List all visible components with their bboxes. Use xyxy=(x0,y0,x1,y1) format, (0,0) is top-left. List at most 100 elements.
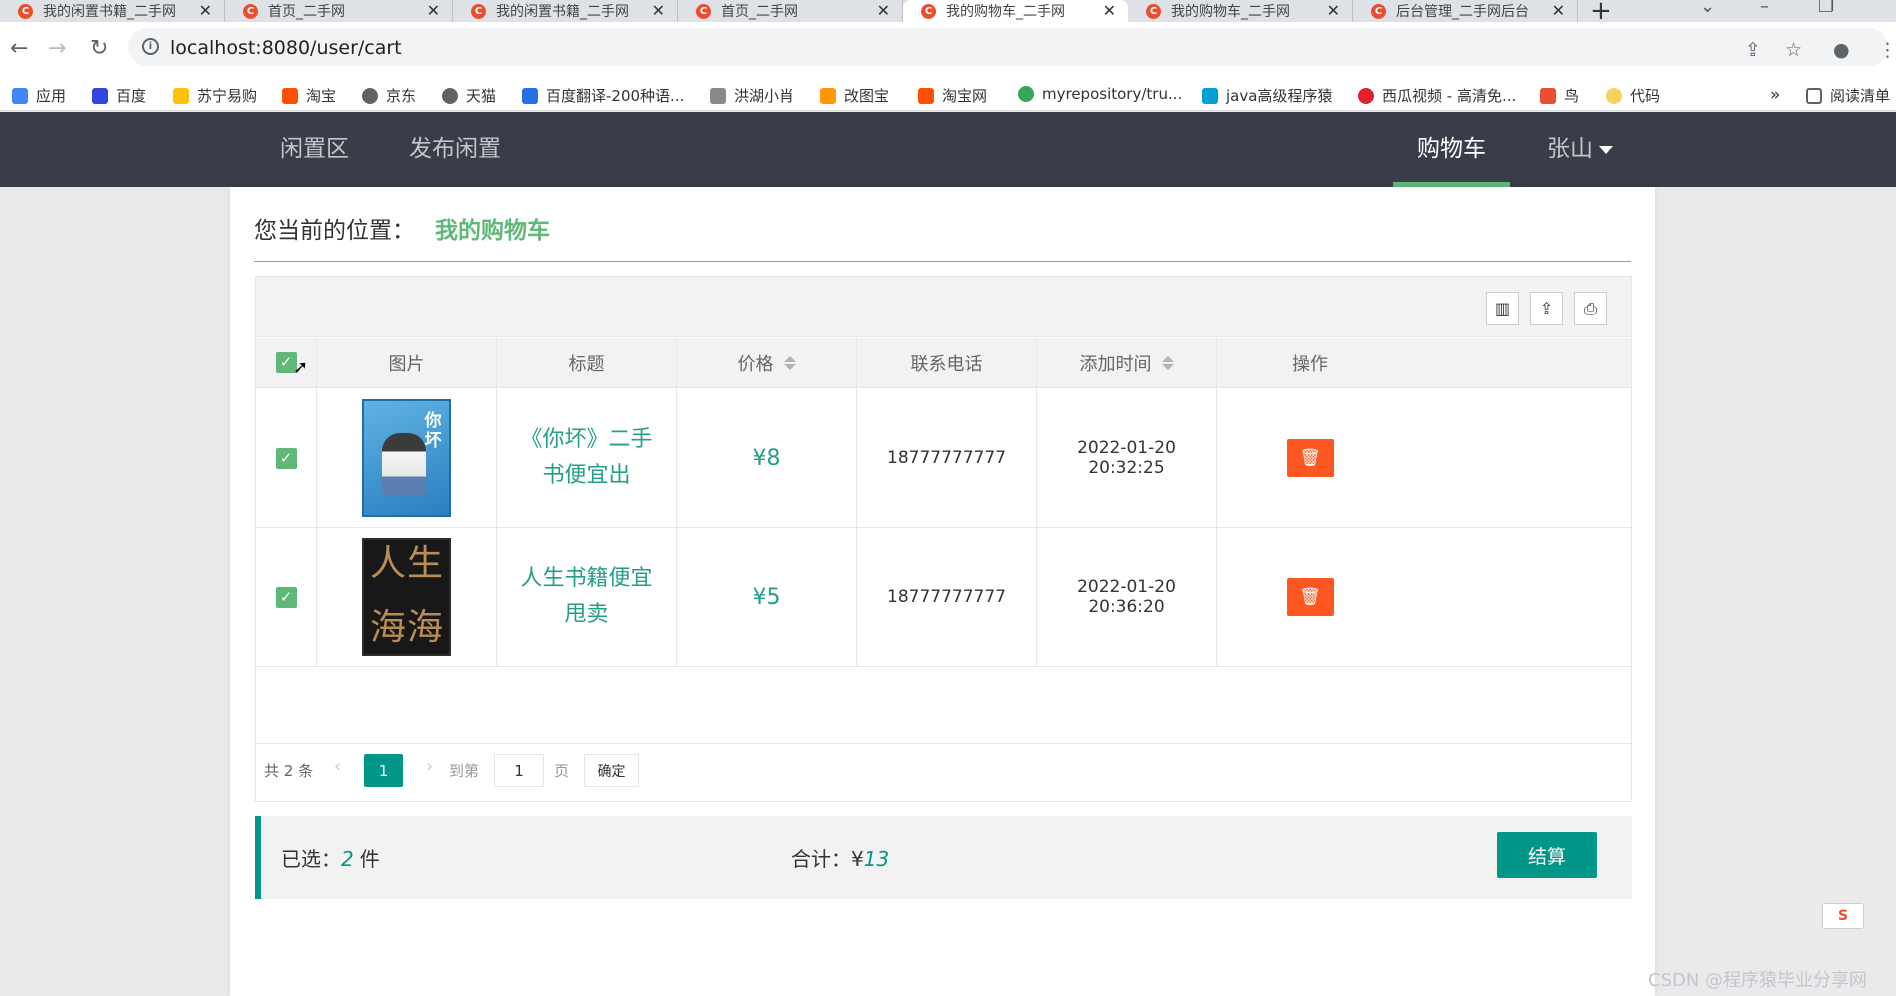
bookmark-item[interactable]: 淘宝 xyxy=(282,85,336,106)
next-page-icon[interactable]: › xyxy=(426,756,433,777)
breadcrumb-current[interactable]: 我的购物车 xyxy=(435,218,550,244)
bookmark-apps[interactable]: 应用 xyxy=(12,85,66,106)
bookmark-item[interactable]: 天猫 xyxy=(442,85,496,106)
address-bar-row: ← → ↻ i localhost:8080/user/cart ⇪ ☆ ● ⋮ xyxy=(0,22,1896,76)
delete-button[interactable]: 🗑 xyxy=(1286,578,1334,616)
close-icon[interactable]: ✕ xyxy=(877,1,890,20)
row-checkbox[interactable]: ✓ xyxy=(275,447,297,469)
cart-panel: 您当前的位置： 我的购物车 ▥ ⇪ ⎙ ✓ 图片 标题 价格 联系电话 添加时间 … xyxy=(230,187,1655,996)
code-icon xyxy=(1606,87,1622,104)
bookmark-label: 京东 xyxy=(386,87,417,105)
breadcrumb-label: 您当前的位置： xyxy=(254,218,415,244)
browser-tab[interactable]: C 我的闲置书籍_二手网 ✕ xyxy=(0,0,225,22)
bookmark-item[interactable]: 代码 xyxy=(1606,85,1660,106)
globe-icon xyxy=(442,87,458,104)
bookmark-item[interactable]: 洪湖小肖 xyxy=(710,85,794,106)
sort-icon[interactable] xyxy=(1161,355,1174,370)
bookmark-item[interactable]: 百度 xyxy=(92,85,146,106)
print-icon[interactable]: ⎙ xyxy=(1574,292,1607,325)
delete-button[interactable]: 🗑 xyxy=(1286,439,1334,477)
forward-arrow-icon[interactable]: → xyxy=(48,36,66,61)
profile-avatar-icon[interactable]: ● xyxy=(1833,39,1850,61)
selected-label: 已选： xyxy=(281,847,341,871)
bookmark-item[interactable]: 改图宝 xyxy=(820,85,889,106)
close-icon[interactable]: ✕ xyxy=(1327,1,1340,20)
share-icon[interactable]: ⇪ xyxy=(1745,39,1761,61)
bookmark-label: 改图宝 xyxy=(844,87,890,105)
bookmark-star-icon[interactable]: ☆ xyxy=(1785,39,1802,61)
browser-tab[interactable]: C 后台管理_二手网后台 ✕ xyxy=(1353,0,1578,22)
bookmark-item[interactable]: 西瓜视频 - 高清免... xyxy=(1358,85,1516,106)
browser-tab[interactable]: C 首页_二手网 ✕ xyxy=(225,0,453,22)
restore-icon[interactable]: ❐ xyxy=(1818,0,1834,17)
back-arrow-icon[interactable]: ← xyxy=(10,36,28,61)
nav-publish-idle[interactable]: 发布闲置 xyxy=(409,112,501,187)
globe-icon xyxy=(362,87,378,104)
row-title[interactable]: 人生书籍便宜甩卖 xyxy=(497,528,677,666)
bookmark-item[interactable]: 苏宁易购 xyxy=(173,85,257,106)
header-time[interactable]: 添加时间 xyxy=(1037,338,1217,387)
close-icon[interactable]: ✕ xyxy=(1552,1,1565,20)
nav-user-menu[interactable]: 张山 xyxy=(1547,112,1613,187)
trash-icon: 🗑 xyxy=(1299,448,1321,468)
row-checkbox[interactable]: ✓ xyxy=(275,586,297,608)
new-tab-button[interactable]: + xyxy=(1590,0,1612,22)
header-price[interactable]: 价格 xyxy=(677,338,857,387)
pager-confirm-button[interactable]: 确定 xyxy=(584,754,639,787)
close-icon[interactable]: ✕ xyxy=(199,1,212,20)
header-time-label: 添加时间 xyxy=(1079,353,1152,375)
bookmark-item[interactable]: java高级程序猿 xyxy=(1202,85,1332,106)
bookmark-item[interactable]: 淘宝网 xyxy=(918,85,987,106)
breadcrumb: 您当前的位置： 我的购物车 xyxy=(254,211,550,245)
table-row: ✓ 人 生 海 海 人生书籍便宜甩卖 ¥5 18777777777 2022-0… xyxy=(256,528,1631,667)
caret-down-icon xyxy=(1599,145,1613,154)
url-field[interactable]: i localhost:8080/user/cart xyxy=(128,28,1888,66)
book-cover-image[interactable]: 你坏 xyxy=(362,399,451,517)
url-text[interactable]: localhost:8080/user/cart xyxy=(170,37,402,59)
table-toolbar: ▥ ⇪ ⎙ xyxy=(256,277,1631,337)
tab-favicon-icon: C xyxy=(471,3,486,19)
table-header: ✓ 图片 标题 价格 联系电话 添加时间 操作 xyxy=(256,338,1631,388)
row-phone: 18777777777 xyxy=(857,528,1037,666)
tab-search-chevron-icon[interactable]: ⌄ xyxy=(1700,0,1715,17)
cover-figure xyxy=(382,433,426,495)
close-icon[interactable]: ✕ xyxy=(1103,1,1116,20)
browser-tab[interactable]: C 我的购物车_二手网 ✕ xyxy=(1128,0,1353,22)
browser-tab[interactable]: C 首页_二手网 ✕ xyxy=(678,0,903,22)
row-checkbox-cell: ✓ xyxy=(256,389,317,527)
pager-jump-input[interactable]: 1 xyxy=(494,754,544,787)
reading-list-button[interactable]: 阅读清单 xyxy=(1806,85,1890,106)
cart-table: ▥ ⇪ ⎙ ✓ 图片 标题 价格 联系电话 添加时间 操作 ✓ 你坏 《你坏》二… xyxy=(255,276,1632,802)
columns-filter-icon[interactable]: ▥ xyxy=(1486,292,1519,325)
bookmark-item[interactable]: 百度翻译-200种语... xyxy=(522,85,684,106)
bookmark-item[interactable]: 鸟 xyxy=(1540,85,1579,106)
tab-title: 我的闲置书籍_二手网 xyxy=(496,4,629,20)
nav-idle-zone[interactable]: 闲置区 xyxy=(280,112,349,187)
site-info-icon[interactable]: i xyxy=(142,38,159,55)
close-icon[interactable]: ✕ xyxy=(652,1,665,20)
browser-tab[interactable]: C 我的闲置书籍_二手网 ✕ xyxy=(453,0,678,22)
row-image-cell: 你坏 xyxy=(317,389,497,527)
minimize-icon[interactable]: – xyxy=(1760,0,1769,17)
browser-tab-active[interactable]: C 我的购物车_二手网 ✕ xyxy=(903,0,1128,22)
nav-cart[interactable]: 购物车 xyxy=(1417,112,1486,187)
bird-icon xyxy=(1540,87,1556,104)
bookmark-item[interactable]: 京东 xyxy=(362,85,416,106)
prev-page-icon[interactable]: ‹ xyxy=(334,756,341,777)
export-icon[interactable]: ⇪ xyxy=(1530,292,1563,325)
pager-current-page[interactable]: 1 xyxy=(364,754,403,787)
header-action: 操作 xyxy=(1292,353,1328,375)
csdn-toolbar-icon[interactable]: S xyxy=(1822,903,1864,929)
book-cover-image[interactable]: 人 生 海 海 xyxy=(362,538,451,656)
close-icon[interactable]: ✕ xyxy=(427,1,440,20)
reload-icon[interactable]: ↻ xyxy=(90,36,108,61)
checkout-button[interactable]: 结算 xyxy=(1497,832,1597,878)
menu-kebab-icon[interactable]: ⋮ xyxy=(1878,39,1896,61)
row-title[interactable]: 《你坏》二手书便宜出 xyxy=(497,389,677,527)
bookmark-item[interactable]: myrepository/tru... xyxy=(1018,85,1182,103)
cover-char: 坏 xyxy=(424,431,442,451)
trash-icon: 🗑 xyxy=(1299,587,1321,607)
bookmarks-more-button[interactable]: » xyxy=(1770,85,1780,105)
sort-icon[interactable] xyxy=(783,355,796,370)
bilibili-icon xyxy=(1202,87,1218,104)
